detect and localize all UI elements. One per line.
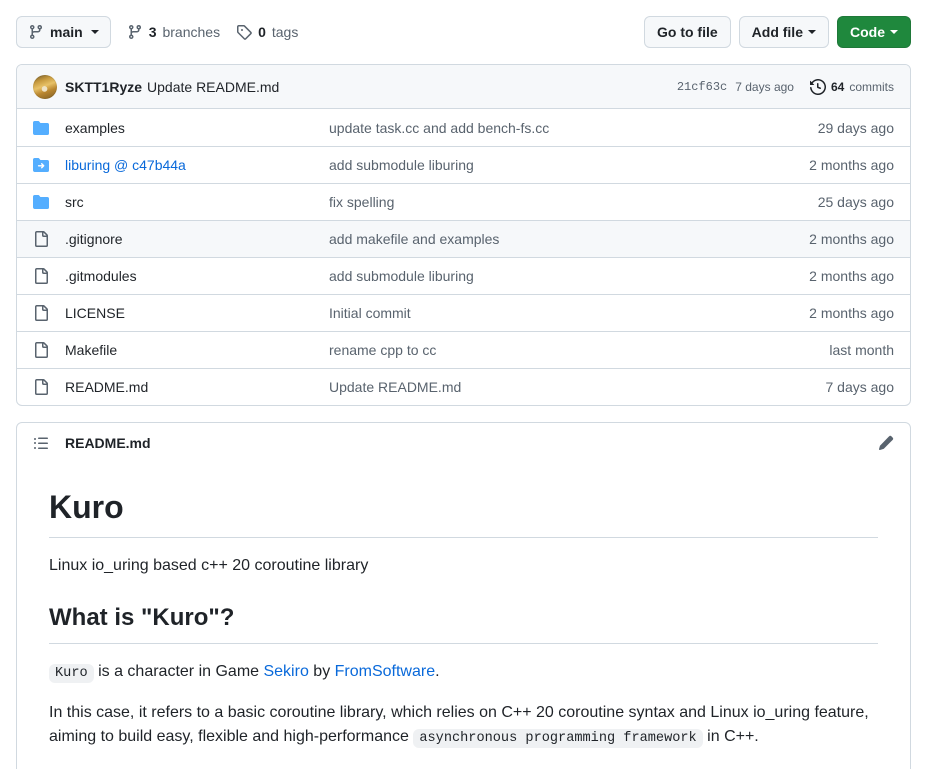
pencil-icon[interactable] (878, 435, 894, 451)
file-commit-time: 2 months ago (809, 268, 894, 284)
chevron-down-icon (890, 30, 898, 34)
file-commit-time: 2 months ago (809, 231, 894, 247)
link-fromsoftware[interactable]: FromSoftware (335, 663, 435, 680)
table-row[interactable]: Makefilerename cpp to cc last month (17, 331, 910, 368)
readme-heading-1: Kuro (49, 487, 878, 538)
branches-link[interactable]: 3 branches (127, 24, 220, 40)
commit-relative-time: 7 days ago (735, 80, 794, 94)
commit-message[interactable]: Update README.md (147, 79, 279, 95)
readme-paragraph-1: Kuro is a character in Game Sekiro by Fr… (49, 660, 878, 685)
inline-code-kuro: Kuro (49, 664, 94, 683)
file-commit-time: 29 days ago (818, 120, 894, 136)
branches-label: branches (162, 24, 220, 40)
link-sekiro[interactable]: Sekiro (263, 663, 308, 680)
folder-icon (33, 194, 49, 210)
file-commit-message[interactable]: add submodule liburing (329, 268, 793, 284)
tags-count: 0 (258, 24, 266, 40)
branch-selector-button[interactable]: main (16, 16, 111, 48)
code-label: Code (850, 24, 885, 40)
file-name-link[interactable]: .gitignore (65, 231, 329, 247)
commits-count-value: 64 (831, 80, 844, 94)
code-button[interactable]: Code (837, 16, 911, 48)
avatar (33, 75, 57, 99)
tags-link[interactable]: 0 tags (236, 24, 298, 40)
latest-commit-bar: SKTT1Ryze Update README.md 21cf63c 7 day… (17, 65, 910, 109)
file-icon (33, 268, 49, 284)
file-commit-message[interactable]: update task.cc and add bench-fs.cc (329, 120, 802, 136)
commit-sha[interactable]: 21cf63c (677, 80, 727, 94)
readme-title: README.md (65, 435, 151, 451)
para2-text-b: in C++. (703, 728, 759, 745)
file-commit-time: 2 months ago (809, 305, 894, 321)
go-to-file-button[interactable]: Go to file (644, 16, 731, 48)
file-list-panel: SKTT1Ryze Update README.md 21cf63c 7 day… (16, 64, 911, 406)
file-commit-time: 2 months ago (809, 157, 894, 173)
add-file-label: Add file (752, 24, 803, 40)
readme-header: README.md (17, 423, 910, 463)
chevron-down-icon (808, 30, 816, 34)
file-name-link[interactable]: LICENSE (65, 305, 329, 321)
submodule-icon (33, 157, 49, 173)
file-name-link[interactable]: src (65, 194, 329, 210)
file-icon (33, 305, 49, 321)
file-commit-message[interactable]: add makefile and examples (329, 231, 793, 247)
file-commit-time: last month (829, 342, 894, 358)
file-name-link[interactable]: examples (65, 120, 329, 136)
readme-content: Kuro Linux io_uring based c++ 20 corouti… (17, 463, 910, 769)
table-row[interactable]: LICENSEInitial commit 2 months ago (17, 294, 910, 331)
folder-icon (33, 120, 49, 136)
file-icon (33, 342, 49, 358)
table-row[interactable]: .gitmodulesadd submodule liburing 2 month… (17, 257, 910, 294)
branch-name-label: main (50, 24, 83, 40)
chevron-down-icon (91, 30, 99, 34)
table-row[interactable]: .gitignoreadd makefile and examples 2 mon… (17, 220, 910, 257)
para1-text-c: . (435, 663, 439, 680)
tags-label: tags (272, 24, 298, 40)
readme-panel: README.md Kuro Linux io_uring based c++ … (16, 422, 911, 769)
readme-paragraph-2: In this case, it refers to a basic corou… (49, 701, 878, 751)
table-row[interactable]: README.mdUpdate README.md 7 days ago (17, 368, 910, 405)
table-row[interactable]: liburing @ c47b44aadd submodule liburing… (17, 146, 910, 183)
file-rows: examplesupdate task.cc and add bench-fs.… (17, 109, 910, 405)
file-icon (33, 231, 49, 247)
table-row[interactable]: srcfix spelling 25 days ago (17, 183, 910, 220)
repository-page: main 3 branches 0 tags Go to file (0, 0, 927, 769)
file-icon (33, 379, 49, 395)
tag-icon (236, 24, 252, 40)
inline-code-framework: asynchronous programming framework (413, 729, 702, 748)
commits-count-link[interactable]: 64 commits (810, 79, 894, 95)
table-row[interactable]: examplesupdate task.cc and add bench-fs.… (17, 109, 910, 146)
file-commit-time: 7 days ago (826, 379, 895, 395)
file-commit-message[interactable]: Initial commit (329, 305, 793, 321)
para1-text-a: is a character in Game (94, 663, 264, 680)
file-commit-message[interactable]: rename cpp to cc (329, 342, 813, 358)
file-name-link[interactable]: README.md (65, 379, 329, 395)
git-branch-icon (127, 24, 143, 40)
add-file-button[interactable]: Add file (739, 16, 829, 48)
git-branch-icon (28, 24, 44, 40)
commits-label: commits (849, 80, 894, 94)
para1-text-b: by (309, 663, 335, 680)
file-commit-message[interactable]: fix spelling (329, 194, 802, 210)
file-name-link[interactable]: .gitmodules (65, 268, 329, 284)
branches-count: 3 (149, 24, 157, 40)
commit-author[interactable]: SKTT1Ryze (65, 79, 142, 95)
list-unordered-icon[interactable] (33, 435, 49, 451)
commit-meta: 21cf63c 7 days ago 64 commits (677, 79, 894, 95)
history-clock-icon (810, 79, 826, 95)
file-name-link[interactable]: liburing @ c47b44a (65, 157, 329, 173)
file-commit-time: 25 days ago (818, 194, 894, 210)
file-commit-message[interactable]: add submodule liburing (329, 157, 793, 173)
repo-toolbar: main 3 branches 0 tags Go to file (0, 0, 927, 48)
file-commit-message[interactable]: Update README.md (329, 379, 810, 395)
toolbar-actions: Go to file Add file Code (644, 16, 911, 48)
readme-heading-2: What is "Kuro"? (49, 603, 878, 644)
file-name-link[interactable]: Makefile (65, 342, 329, 358)
readme-tagline: Linux io_uring based c++ 20 coroutine li… (49, 554, 878, 579)
